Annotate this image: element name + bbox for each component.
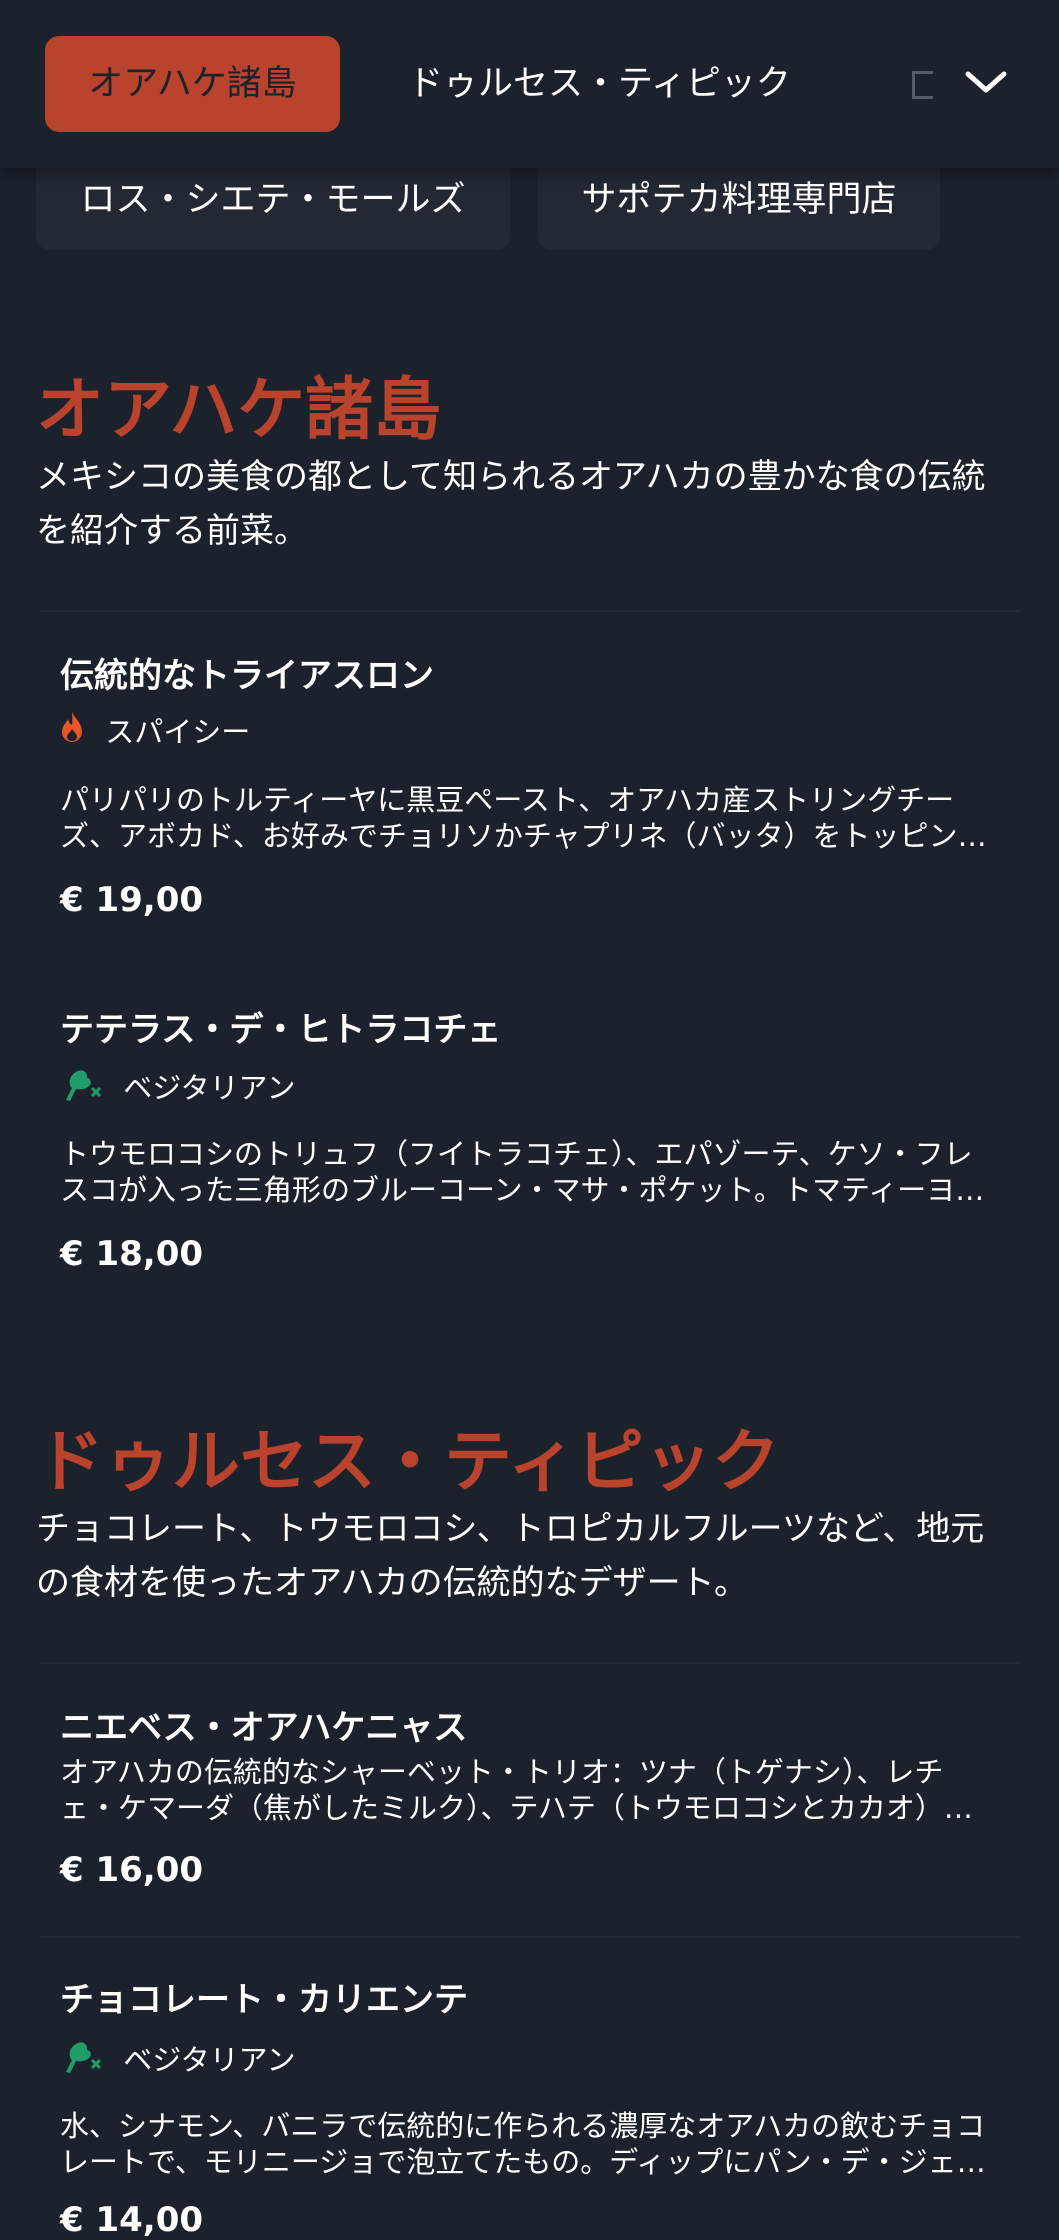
item-tag: ベジタリアン <box>60 1064 296 1105</box>
category-nav-bar: オアハケ諸島 ドゥルセス・ティピック <box>0 0 1059 168</box>
section-description: チョコレート、トウモロコシ、トロピカルフルーツなど、地元の食材を使ったオアハカの… <box>36 1509 985 1603</box>
item-price: € 14,00 <box>60 2200 204 2240</box>
tab-truncated[interactable] <box>912 36 936 132</box>
vegetarian-icon <box>60 1064 102 1112</box>
tag-label: スパイシー <box>105 715 251 749</box>
item-description: オアハカの伝統的なシャーベット・トリオ：ツナ（トゲナシ）、レチェ・ケマーダ（焦が… <box>60 1755 973 1825</box>
item-name: チョコレート・カリエンテ <box>60 1980 468 2020</box>
item-price: € 18,00 <box>60 1234 204 1274</box>
item-description: パリパリのトルティーヤに黒豆ペースト、オアハカ産ストリングチーズ、アボカド、お好… <box>60 783 958 853</box>
section-title: オアハケ諸島 <box>36 371 442 450</box>
tab-dulces-tipicos[interactable]: ドゥルセス・ティピック <box>408 36 791 132</box>
divider <box>40 610 1020 612</box>
truncated-tab-glyph <box>912 71 933 99</box>
item-description: トウモロコシのトリュフ（フイトラコチェ）、エパゾーテ、ケソ・フレスコが入った三角… <box>60 1137 985 1207</box>
item-description: 水、シナモン、バニラで伝統的に作られる濃厚なオアハカの飲むチョコレートで、モリニ… <box>60 2109 986 2179</box>
tag-label: ベジタリアン <box>123 1071 296 1105</box>
tag-label: ベジタリアン <box>123 2043 296 2077</box>
item-name: 伝統的なトライアスロン <box>60 656 434 696</box>
item-price: € 16,00 <box>60 1850 204 1890</box>
item-name: テテラス・デ・ヒトラコチェ <box>60 1010 502 1050</box>
item-tag: スパイシー <box>60 710 250 750</box>
item-price: € 19,00 <box>60 880 204 920</box>
flame-icon <box>60 711 84 753</box>
tab-oaxacan-islands[interactable]: オアハケ諸島 <box>45 36 340 132</box>
item-tag: ベジタリアン <box>60 2036 296 2077</box>
item-name: ニエベス・オアハケニャス <box>60 1708 468 1748</box>
vegetarian-icon <box>60 2036 102 2084</box>
chevron-down-icon[interactable] <box>962 62 1010 102</box>
divider <box>40 1936 1020 1938</box>
section-description: メキシコの美食の都として知られるオアハカの豊かな食の伝統を紹介する前菜。 <box>36 457 986 551</box>
divider <box>40 1662 1020 1664</box>
section-title: ドゥルセス・ティピック <box>36 1423 780 1502</box>
